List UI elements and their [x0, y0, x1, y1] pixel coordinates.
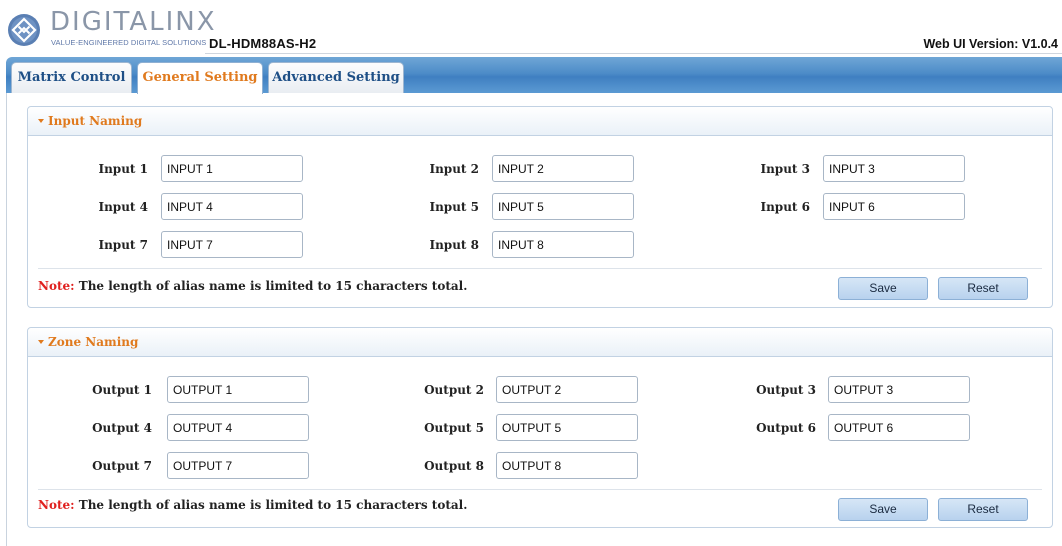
note-text: The length of alias name is limited to 1… [74, 498, 468, 512]
input-6-label: Input 6 [760, 200, 810, 214]
web-ui-version: Web UI Version: V1.0.4 [923, 37, 1058, 51]
input-naming-panel: Input Naming Input 1 Input 2 Input 3 Inp… [27, 106, 1053, 308]
output-5-field[interactable] [496, 414, 638, 441]
caret-down-icon [38, 340, 44, 344]
brand-tagline: VALUE-ENGINEERED DIGITAL SOLUTIONS [51, 38, 207, 47]
input-8-field[interactable] [492, 231, 634, 258]
input-naming-header[interactable]: Input Naming [28, 107, 1052, 136]
caret-down-icon [38, 119, 44, 123]
input-naming-divider [38, 268, 1042, 269]
header-divider [205, 53, 1062, 54]
device-model: DL-HDM88AS-H2 [209, 36, 317, 51]
input-2-field[interactable] [492, 155, 634, 182]
input-5-label: Input 5 [429, 200, 479, 214]
input-1-label: Input 1 [98, 162, 148, 176]
zone-save-button[interactable]: Save [838, 498, 928, 521]
output-7-label: Output 7 [92, 459, 152, 473]
input-naming-title-text: Input Naming [48, 114, 143, 128]
output-7-field[interactable] [167, 452, 309, 479]
zone-naming-title-text: Zone Naming [48, 335, 139, 349]
input-3-label: Input 3 [760, 162, 810, 176]
input-naming-note: Note: The length of alias name is limite… [38, 279, 467, 293]
input-1-field[interactable] [161, 155, 303, 182]
output-3-field[interactable] [828, 376, 970, 403]
input-7-field[interactable] [161, 231, 303, 258]
input-4-label: Input 4 [98, 200, 148, 214]
note-text: The length of alias name is limited to 1… [74, 279, 468, 293]
zone-reset-button[interactable]: Reset [938, 498, 1028, 521]
tab-advanced-setting[interactable]: Advanced Setting [268, 62, 404, 93]
tab-bar: Matrix Control General Setting Advanced … [6, 57, 1062, 94]
output-6-label: Output 6 [756, 421, 816, 435]
zone-naming-divider [38, 489, 1042, 490]
zone-naming-title: Zone Naming [38, 335, 138, 349]
header: DIGITALINX VALUE-ENGINEERED DIGITAL SOLU… [0, 0, 1062, 56]
input-7-label: Input 7 [98, 238, 148, 252]
output-5-label: Output 5 [424, 421, 484, 435]
input-8-label: Input 8 [429, 238, 479, 252]
output-4-field[interactable] [167, 414, 309, 441]
diamond-logo-icon [8, 14, 40, 46]
output-3-label: Output 3 [756, 383, 816, 397]
zone-naming-note: Note: The length of alias name is limite… [38, 498, 467, 512]
zone-naming-panel: Zone Naming Output 1 Output 2 Output 3 O… [27, 327, 1053, 528]
input-2-label: Input 2 [429, 162, 479, 176]
zone-naming-header[interactable]: Zone Naming [28, 328, 1052, 357]
output-2-field[interactable] [496, 376, 638, 403]
brand: DIGITALINX VALUE-ENGINEERED DIGITAL SOLU… [50, 7, 217, 47]
input-5-field[interactable] [492, 193, 634, 220]
output-8-field[interactable] [496, 452, 638, 479]
output-6-field[interactable] [828, 414, 970, 441]
output-2-label: Output 2 [424, 383, 484, 397]
tab-matrix-control[interactable]: Matrix Control [11, 62, 132, 93]
input-save-button[interactable]: Save [838, 277, 928, 300]
output-1-field[interactable] [167, 376, 309, 403]
output-8-label: Output 8 [424, 459, 484, 473]
input-naming-title: Input Naming [38, 114, 142, 128]
output-1-label: Output 1 [92, 383, 152, 397]
input-3-field[interactable] [823, 155, 965, 182]
input-6-field[interactable] [823, 193, 965, 220]
input-4-field[interactable] [161, 193, 303, 220]
output-4-label: Output 4 [92, 421, 152, 435]
tab-general-setting[interactable]: General Setting [137, 62, 263, 94]
content-area: Input Naming Input 1 Input 2 Input 3 Inp… [6, 93, 1060, 546]
brand-name: DIGITALINX [50, 7, 217, 37]
note-key: Note: [38, 279, 75, 293]
note-key: Note: [38, 498, 75, 512]
input-reset-button[interactable]: Reset [938, 277, 1028, 300]
